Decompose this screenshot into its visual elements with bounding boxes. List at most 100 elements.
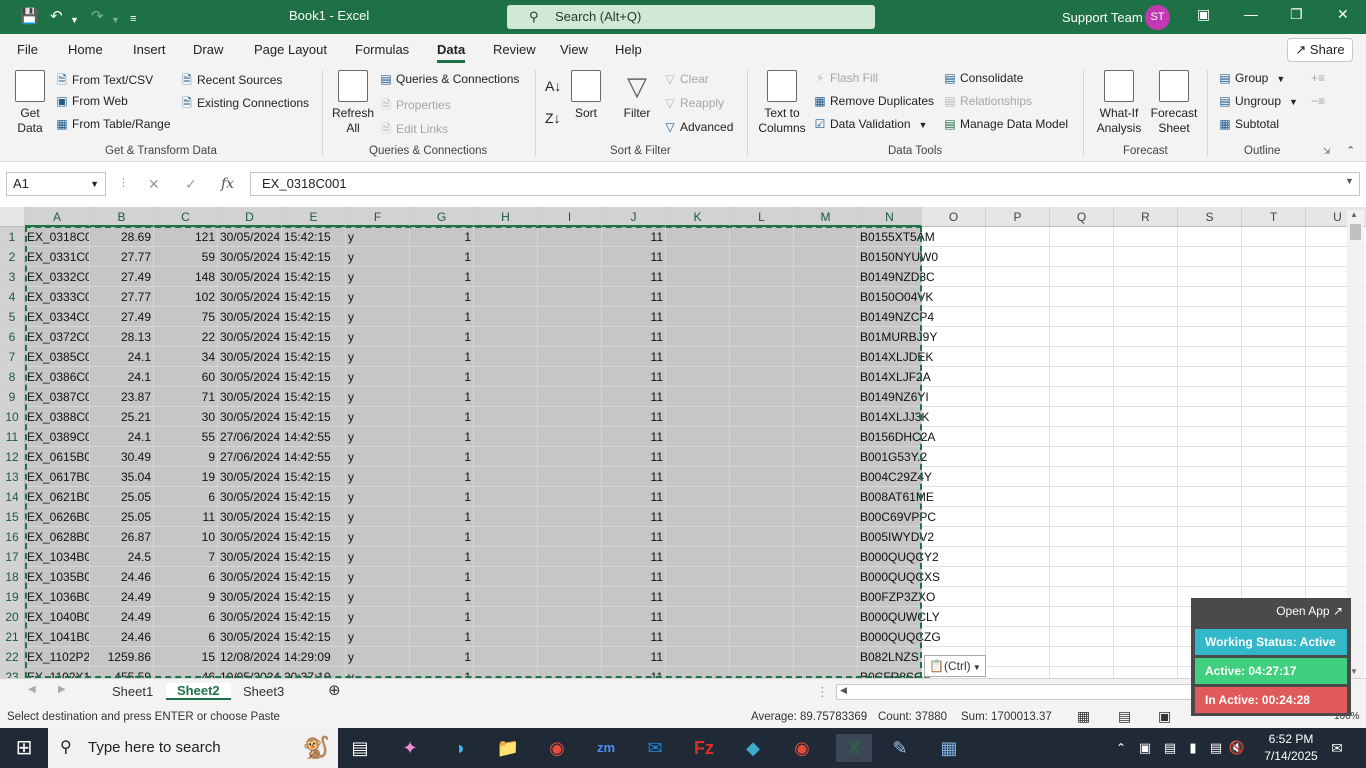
cell[interactable] <box>730 307 794 327</box>
cell[interactable] <box>986 627 1050 647</box>
cell[interactable] <box>1242 387 1306 407</box>
cell[interactable] <box>474 347 538 367</box>
cell[interactable]: EX_0331C0 <box>25 247 90 267</box>
cell[interactable]: 30/05/2024 <box>218 327 282 347</box>
cell[interactable] <box>1050 367 1114 387</box>
cell[interactable]: 11 <box>602 587 666 607</box>
cell[interactable] <box>730 447 794 467</box>
cell[interactable]: EX_1102P2 <box>25 647 90 667</box>
cell[interactable] <box>922 627 986 647</box>
cell[interactable]: 1 <box>410 307 474 327</box>
cell[interactable]: 1 <box>410 387 474 407</box>
cell[interactable]: 11 <box>602 327 666 347</box>
open-app-button[interactable]: Open App ↗ <box>1276 604 1343 618</box>
cell[interactable]: 12/08/2024 <box>218 647 282 667</box>
cell[interactable]: 15:42:15 <box>282 367 346 387</box>
cell[interactable] <box>666 607 730 627</box>
cell[interactable]: 35.04 <box>90 467 154 487</box>
cell[interactable]: 24.1 <box>90 427 154 447</box>
cell[interactable]: 14:29:09 <box>282 647 346 667</box>
undo-icon[interactable]: ↶ <box>50 7 63 27</box>
remove-duplicates-button[interactable]: ▦ Remove Duplicates <box>812 94 934 108</box>
cell[interactable]: EX_0333C0 <box>25 287 90 307</box>
cell[interactable]: 30/05/2024 <box>218 407 282 427</box>
cell[interactable]: y <box>346 547 410 567</box>
what-if-analysis-button[interactable]: What-If Analysis <box>1090 70 1148 136</box>
excel-taskbar-icon[interactable]: X <box>836 734 872 762</box>
row-header[interactable]: 3 <box>0 267 25 287</box>
cell[interactable]: B000QUQCY2 <box>858 547 939 567</box>
cell[interactable]: 30/05/2024 <box>218 287 282 307</box>
cell[interactable]: 1259.86 <box>90 647 154 667</box>
notes-icon[interactable]: ✎ <box>885 734 915 762</box>
cell[interactable]: y <box>346 327 410 347</box>
cell[interactable]: 7 <box>154 547 218 567</box>
cell[interactable]: 15:42:15 <box>282 467 346 487</box>
row-header[interactable]: 15 <box>0 507 25 527</box>
outlook-icon[interactable]: ✉ <box>640 734 670 762</box>
cell[interactable] <box>1114 467 1178 487</box>
cell[interactable] <box>986 287 1050 307</box>
cell[interactable] <box>794 307 858 327</box>
row-header[interactable]: 22 <box>0 647 25 667</box>
cell[interactable] <box>538 547 602 567</box>
cell[interactable] <box>666 467 730 487</box>
cell[interactable]: 55 <box>154 427 218 447</box>
group-button[interactable]: ▤ Group ▼ <box>1217 71 1285 85</box>
cell[interactable]: 11 <box>602 407 666 427</box>
volume-muted-icon[interactable]: 🔇 <box>1222 734 1252 762</box>
cell[interactable]: y <box>346 507 410 527</box>
cell[interactable] <box>666 327 730 347</box>
cell[interactable] <box>1242 547 1306 567</box>
avatar[interactable]: ST <box>1145 5 1170 30</box>
column-header-f[interactable]: F <box>346 207 410 227</box>
notifications-icon[interactable]: ✉ <box>1322 734 1352 762</box>
cell[interactable] <box>538 227 602 247</box>
column-header-r[interactable]: R <box>1114 207 1178 227</box>
cell[interactable] <box>666 627 730 647</box>
cell[interactable]: y <box>346 587 410 607</box>
cell[interactable] <box>538 527 602 547</box>
cell[interactable]: y <box>346 267 410 287</box>
cell[interactable]: 1 <box>410 647 474 667</box>
cell[interactable]: 11 <box>602 447 666 467</box>
cell[interactable]: 75 <box>154 307 218 327</box>
cell[interactable] <box>986 447 1050 467</box>
cell[interactable] <box>538 567 602 587</box>
cell[interactable]: 6 <box>154 487 218 507</box>
cell[interactable]: 1 <box>410 547 474 567</box>
cell[interactable] <box>474 307 538 327</box>
column-header-l[interactable]: L <box>730 207 794 227</box>
cell[interactable]: EX_1040B0 <box>25 607 90 627</box>
column-header-c[interactable]: C <box>154 207 218 227</box>
cell[interactable] <box>922 567 986 587</box>
share-button[interactable]: ↗ Share <box>1287 38 1353 62</box>
cell[interactable] <box>922 307 986 327</box>
cell[interactable] <box>922 507 986 527</box>
cell[interactable]: 148 <box>154 267 218 287</box>
cell[interactable] <box>1242 327 1306 347</box>
cell[interactable] <box>1242 367 1306 387</box>
save-icon[interactable]: 💾 <box>20 7 39 27</box>
from-table-range-button[interactable]: ▦ From Table/Range <box>54 117 170 131</box>
cell[interactable]: 15:42:15 <box>282 347 346 367</box>
cell[interactable] <box>1178 567 1242 587</box>
row-header[interactable]: 16 <box>0 527 25 547</box>
cell[interactable]: 15:42:15 <box>282 587 346 607</box>
cell[interactable] <box>666 387 730 407</box>
cell[interactable] <box>474 287 538 307</box>
cell[interactable]: EX_0615B0 <box>25 447 90 467</box>
prev-sheet-icon[interactable]: ◀ <box>28 684 36 695</box>
cell[interactable] <box>1242 507 1306 527</box>
cell[interactable] <box>922 407 986 427</box>
sheet-tab-2[interactable]: Sheet2 <box>166 683 231 700</box>
cell[interactable] <box>986 507 1050 527</box>
cell[interactable] <box>922 607 986 627</box>
cell[interactable] <box>1050 227 1114 247</box>
cell[interactable]: 23.87 <box>90 387 154 407</box>
cell[interactable]: B000QUQCXS <box>858 567 940 587</box>
cell[interactable]: y <box>346 387 410 407</box>
cell[interactable] <box>730 527 794 547</box>
cell[interactable]: y <box>346 487 410 507</box>
column-header-n[interactable]: N <box>858 207 922 227</box>
